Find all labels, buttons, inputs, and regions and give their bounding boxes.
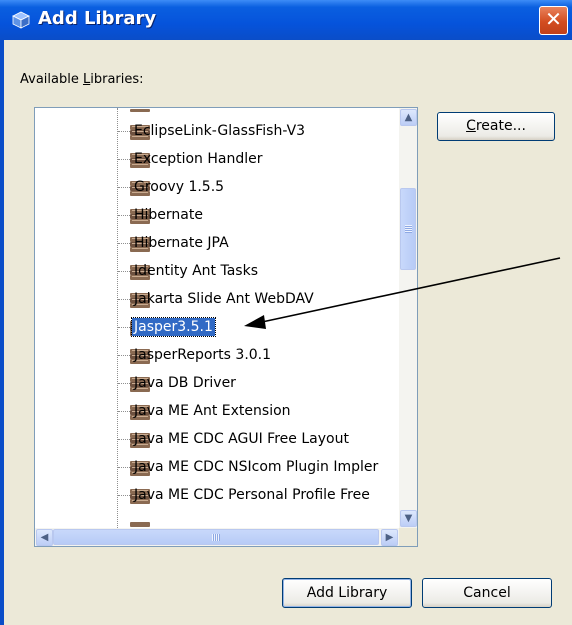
cancel-button[interactable]: Cancel [422,578,552,608]
library-item[interactable]: Hibernate JPA [35,230,399,258]
library-item-label: Java ME CDC NSIcom Plugin Impler [134,459,379,475]
library-item-label: Identity Ant Tasks [134,263,259,279]
library-item-label: Jasper3.5.1 [131,317,216,337]
library-item[interactable]: Jakarta Slide Ant WebDAV [35,286,399,314]
library-item-label: Hibernate [134,207,203,223]
library-item-label: Exception Handler [134,151,263,167]
library-item[interactable]: Java ME CDC NSIcom Plugin Impler [35,454,399,482]
library-item[interactable]: Java ME CDC AGUI Free Layout [35,426,399,454]
chevron-left-icon: ◀ [40,532,49,543]
close-button[interactable]: ✕ [539,6,568,35]
library-item-label: Java ME CDC Personal Profile Free [134,487,370,503]
library-item[interactable]: Hibernate [35,202,399,230]
available-libraries-label: Available Libraries: [20,72,144,87]
library-item[interactable]: Java ME Ant Extension [35,398,399,426]
library-item-label: Jakarta Slide Ant WebDAV [134,291,314,307]
vertical-scroll-thumb[interactable] [400,188,416,270]
add-library-dialog: Add Library ✕ Available Libraries: Eclip… [0,0,572,625]
grip-icon [212,534,220,541]
chevron-right-icon: ▶ [385,532,394,543]
library-icon [130,109,150,112]
add-library-button[interactable]: Add Library [282,578,412,608]
library-item[interactable]: Exception Handler [35,146,399,174]
title-bar[interactable]: Add Library ✕ [0,0,572,40]
library-item-label: EclipseLink-GlassFish-V3 [134,123,306,139]
library-item-label: Hibernate JPA [134,235,229,251]
horizontal-scroll-thumb[interactable] [53,529,379,545]
window-border [0,40,4,625]
library-item-label: Java DB Driver [134,375,236,391]
horizontal-scrollbar[interactable]: ◀ ▶ [35,528,399,546]
library-item[interactable]: Groovy 1.5.5 [35,174,399,202]
scroll-down-button[interactable]: ▼ [400,510,417,527]
chevron-up-icon: ▲ [404,112,413,123]
scroll-right-button[interactable]: ▶ [381,529,398,546]
library-item-label: Groovy 1.5.5 [134,179,225,195]
tree-viewport: EclipseLink-GlassFish-V3 Exception Handle… [35,108,399,528]
close-icon: ✕ [545,7,562,31]
create-button[interactable]: Create... [437,112,555,141]
scroll-left-button[interactable]: ◀ [36,529,53,546]
library-item[interactable]: EclipseLink-GlassFish-V3 [35,118,399,146]
scrollbar-corner [399,528,417,546]
libraries-tree[interactable]: EclipseLink-GlassFish-V3 Exception Handle… [34,107,418,547]
app-icon [12,11,30,29]
partial-row-top [35,108,399,118]
library-item-label: Java ME Ant Extension [134,403,291,419]
library-item[interactable]: Identity Ant Tasks [35,258,399,286]
library-icon [130,522,150,527]
library-item-label: Java ME CDC AGUI Free Layout [134,431,349,447]
scroll-up-button[interactable]: ▲ [400,109,417,126]
library-item[interactable]: Java ME CDC Personal Profile Free [35,482,399,510]
dialog-title: Add Library [38,8,157,29]
library-item[interactable]: JasperReports 3.0.1 [35,342,399,370]
chevron-down-icon: ▼ [404,513,413,524]
library-item-label: JasperReports 3.0.1 [134,347,272,363]
library-item[interactable]: Jasper3.5.1 [35,314,399,342]
library-item[interactable]: Java DB Driver [35,370,399,398]
partial-row-bottom [35,515,399,528]
vertical-scrollbar[interactable]: ▲ ▼ [399,108,417,528]
grip-icon [405,225,412,233]
